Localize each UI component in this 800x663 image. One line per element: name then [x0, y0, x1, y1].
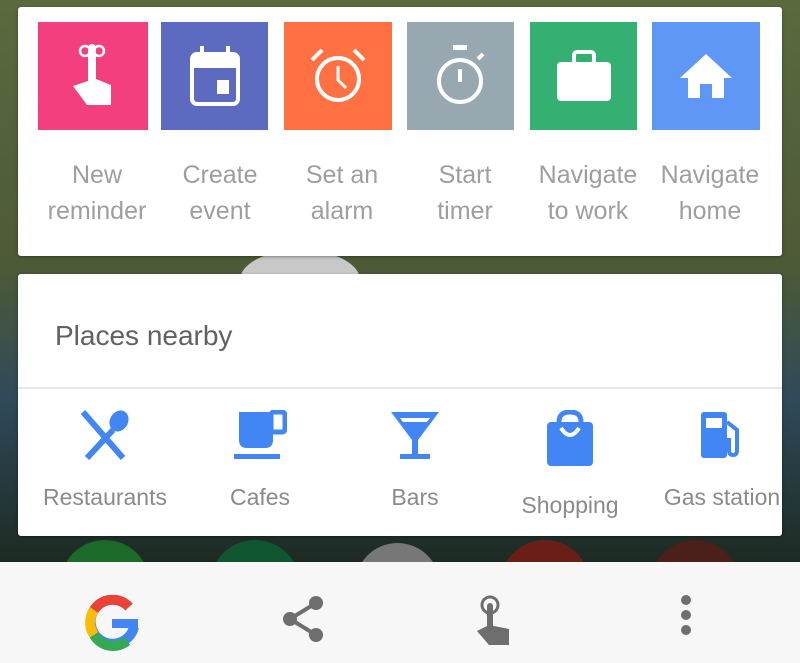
shopping-bag-icon: [547, 410, 593, 466]
coffee-cup-icon: [234, 410, 287, 459]
place-shopping[interactable]: Shopping: [495, 410, 645, 519]
new-reminder-button[interactable]: [38, 22, 148, 130]
fork-spoon-icon: [80, 410, 129, 460]
navigate-to-work-label: Navigate to work: [538, 161, 638, 225]
stopwatch-icon: [436, 45, 484, 104]
place-cafes[interactable]: Cafes: [185, 410, 335, 511]
places-nearby-card: Places nearby Restaurants Cafes Bars Sho…: [18, 274, 782, 536]
cocktail-icon: [391, 412, 439, 459]
gas-pump-icon: [701, 412, 739, 458]
set-alarm-label: Set an alarm: [305, 161, 379, 225]
calendar-icon: [189, 46, 240, 106]
home-icon: [680, 54, 732, 98]
share-button[interactable]: [274, 595, 334, 655]
reminder-finger-icon: [73, 44, 111, 105]
new-reminder-label: New reminder: [47, 161, 147, 225]
more-options-button[interactable]: [656, 595, 716, 655]
navigate-to-work-button[interactable]: [530, 22, 637, 130]
share-icon: [283, 596, 323, 642]
tap-gesture-icon: [477, 595, 509, 645]
google-button[interactable]: [82, 595, 142, 655]
quick-actions-card: New reminder Create event Set an alarm Star…: [18, 7, 782, 256]
start-timer-button[interactable]: [407, 22, 514, 130]
create-event-button[interactable]: [161, 22, 268, 130]
place-restaurants[interactable]: Restaurants: [30, 410, 180, 511]
alarm-clock-icon: [310, 48, 366, 102]
navigate-home-label: Navigate home: [660, 161, 760, 225]
more-vert-icon: [681, 595, 691, 635]
start-timer-label: Start timer: [437, 161, 493, 225]
divider: [18, 387, 782, 389]
place-gas-station[interactable]: Gas station: [647, 410, 797, 511]
set-alarm-button[interactable]: [284, 22, 392, 130]
navigate-home-button[interactable]: [652, 22, 760, 130]
tap-button[interactable]: [465, 595, 525, 655]
create-event-label: Create event: [182, 161, 258, 225]
google-g-icon: [85, 595, 139, 651]
bottom-bar: [0, 562, 800, 663]
places-nearby-title: Places nearby: [55, 320, 233, 351]
place-bars[interactable]: Bars: [340, 410, 490, 511]
briefcase-icon: [556, 50, 611, 101]
